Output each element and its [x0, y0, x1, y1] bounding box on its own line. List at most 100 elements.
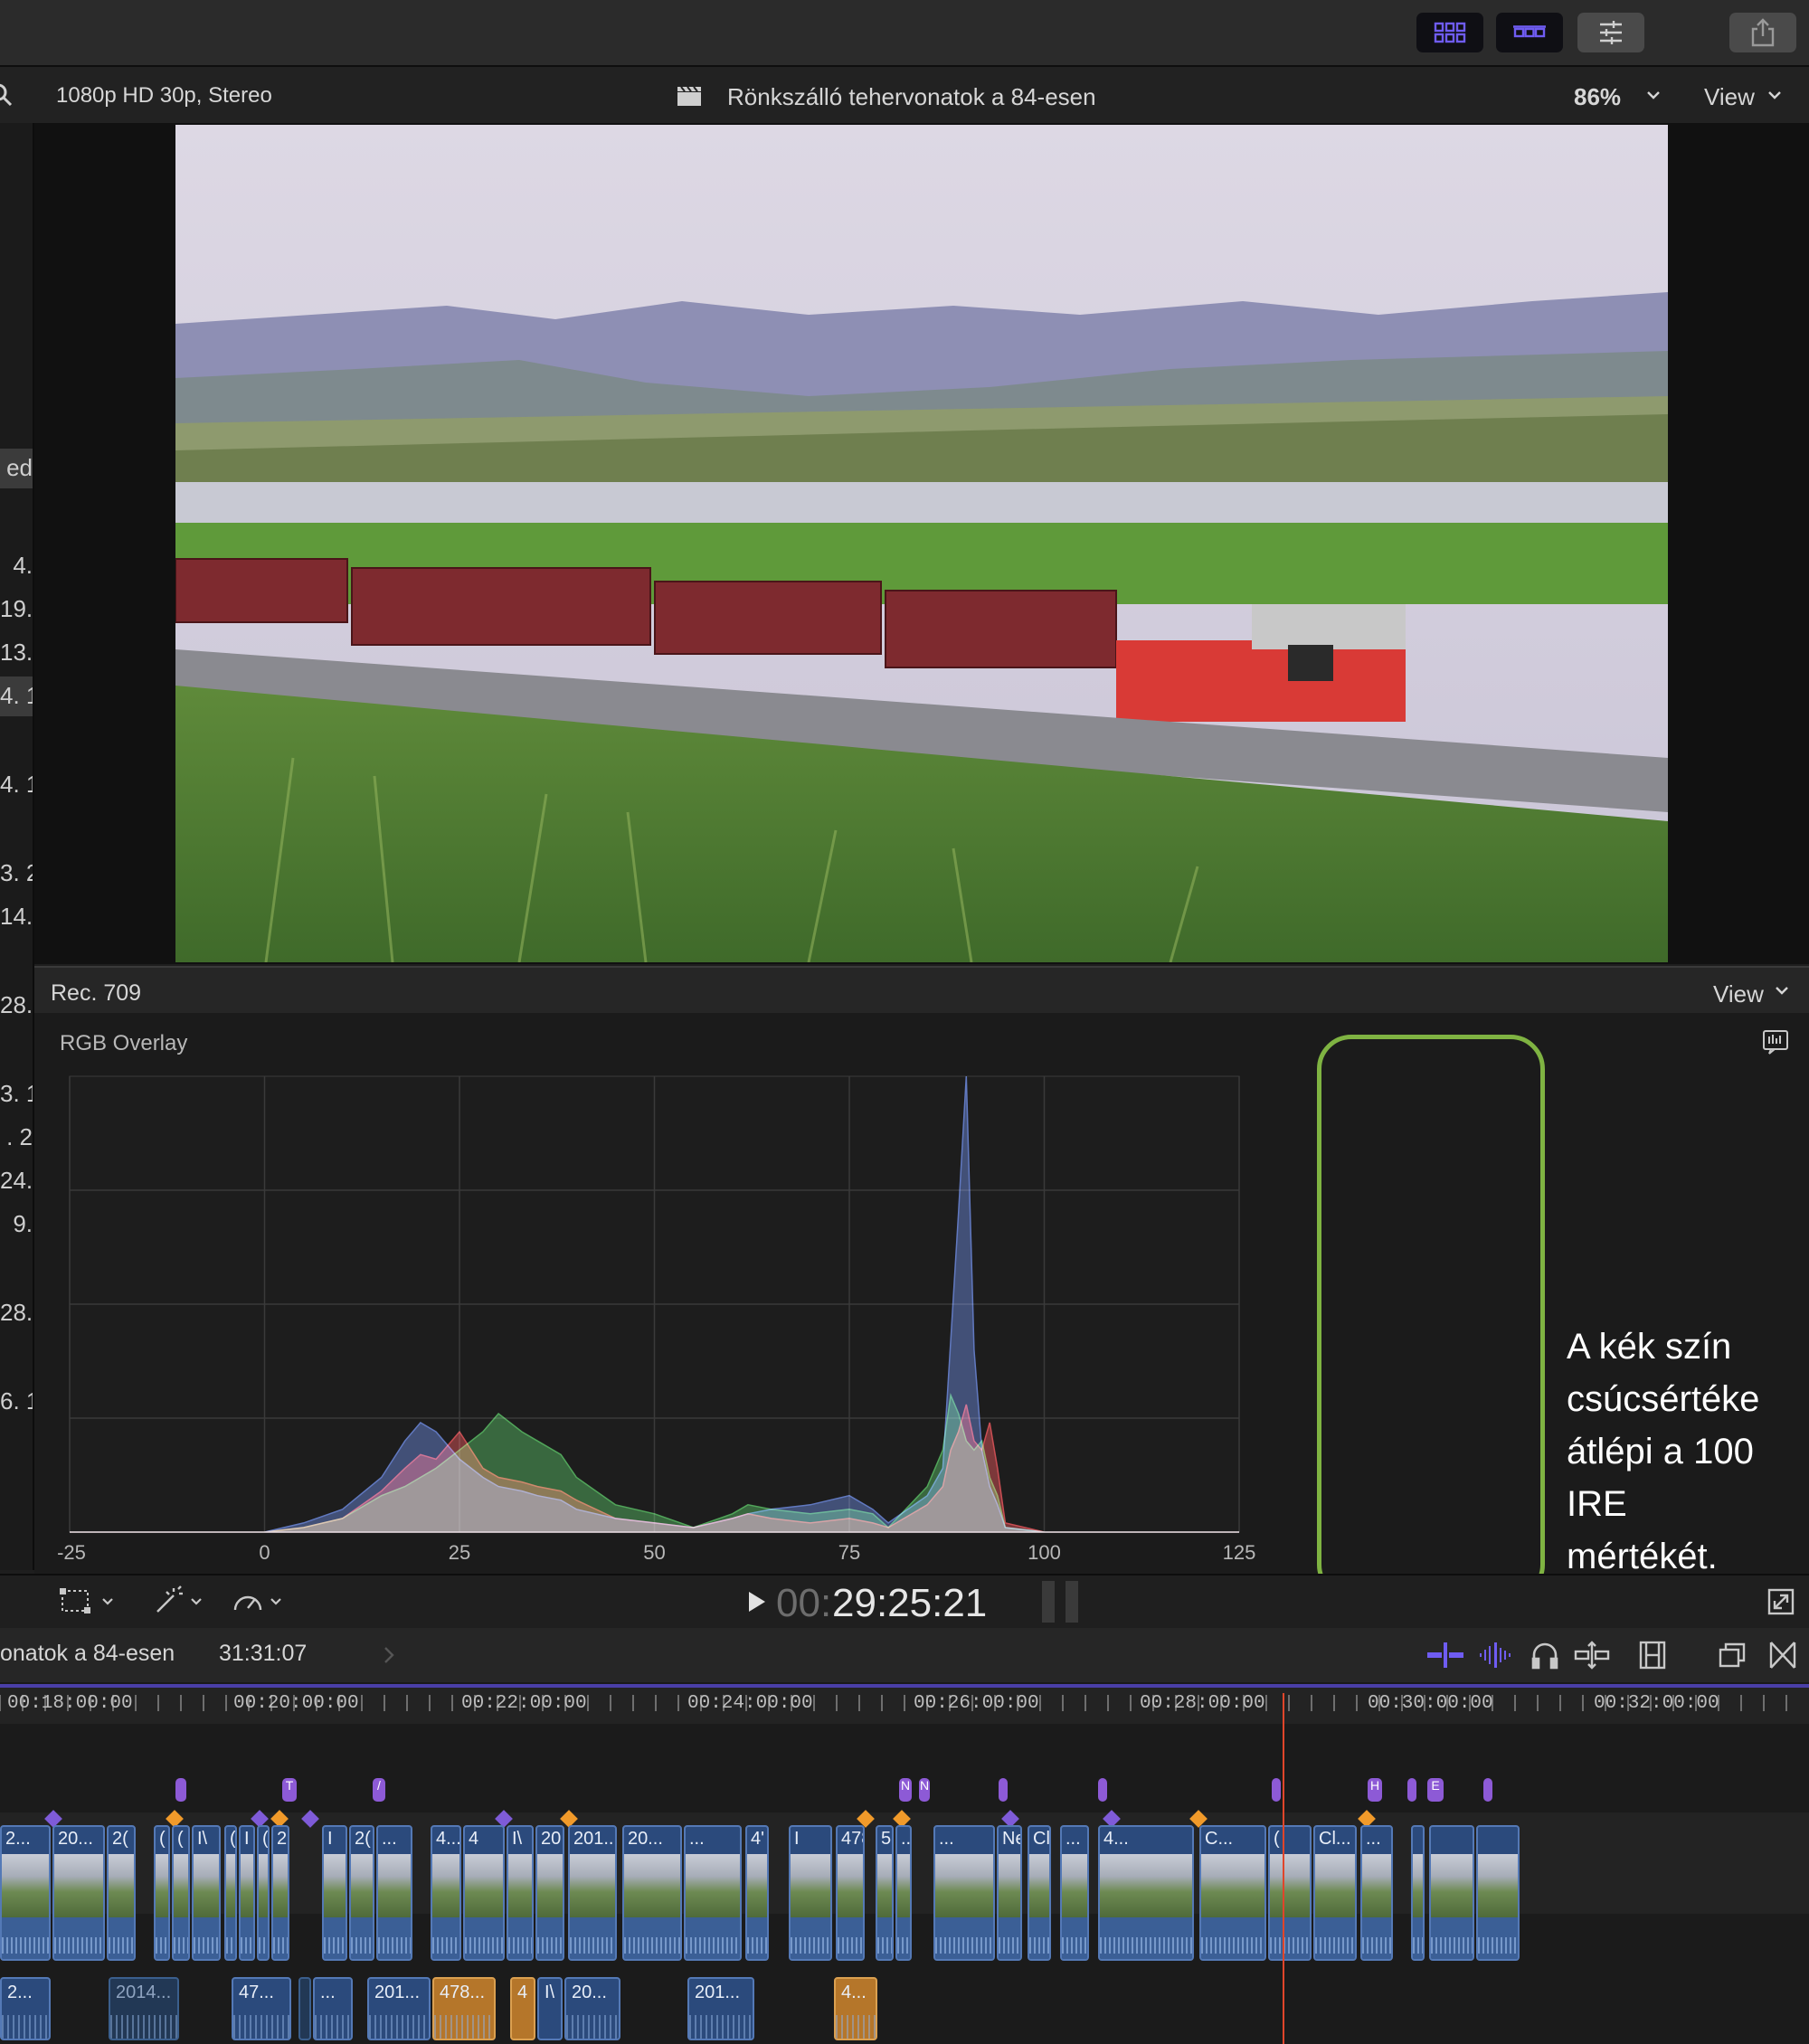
audio-clip[interactable]: I\: [537, 1977, 563, 2040]
list-item[interactable]: 28.: [0, 1299, 33, 1327]
timeline-clip[interactable]: [1429, 1825, 1474, 1961]
timeline-clip[interactable]: 478...: [836, 1825, 865, 1961]
chevron-down-icon[interactable]: [1767, 90, 1782, 101]
clip-appearance-icon[interactable]: [1639, 1641, 1666, 1670]
timeline-clip[interactable]: (: [224, 1825, 237, 1961]
timeline-clip[interactable]: 201...: [568, 1825, 617, 1961]
audio-clip[interactable]: 4: [510, 1977, 535, 2040]
audio-clip[interactable]: 2...: [0, 1977, 51, 2040]
timeline-clip[interactable]: I\: [507, 1825, 534, 1961]
timeline-clip[interactable]: 2...: [0, 1825, 51, 1961]
audio-clip[interactable]: 47...: [232, 1977, 291, 2040]
timeline-clip[interactable]: ...: [933, 1825, 995, 1961]
timeline-marker[interactable]: [1407, 1778, 1416, 1802]
timeline-marker[interactable]: H: [1368, 1778, 1382, 1802]
audio-skimming-icon[interactable]: [1480, 1641, 1514, 1670]
play-icon[interactable]: [747, 1590, 767, 1613]
timeline-clip[interactable]: I\: [192, 1825, 221, 1961]
timeline-clip[interactable]: 2(: [349, 1825, 374, 1961]
timeline-clip[interactable]: 20...: [622, 1825, 682, 1961]
list-item[interactable]: 28.: [0, 991, 33, 1019]
timeline-marker[interactable]: E: [1427, 1778, 1444, 1802]
chevron-down-icon[interactable]: [1646, 90, 1661, 101]
timeline-clip[interactable]: Clip...: [1028, 1825, 1051, 1961]
list-item[interactable]: 9.: [0, 1210, 33, 1238]
timeline-clip[interactable]: 4: [463, 1825, 505, 1961]
timecode-display[interactable]: 29:25:21: [832, 1581, 987, 1626]
timeline-clip[interactable]: [1411, 1825, 1425, 1961]
chevron-down-icon[interactable]: [270, 1597, 282, 1606]
audio-clip[interactable]: ...: [313, 1977, 353, 2040]
timeline-clip[interactable]: (: [172, 1825, 190, 1961]
list-item[interactable]: 6. 1: [0, 1387, 33, 1415]
timeline-clip[interactable]: Cl...: [1313, 1825, 1357, 1961]
share-button[interactable]: [1729, 13, 1796, 52]
timeline-clip[interactable]: 2: [271, 1825, 289, 1961]
timeline-clip[interactable]: 4': [745, 1825, 769, 1961]
timeline-marker[interactable]: [175, 1778, 186, 1802]
timeline-clip[interactable]: 2(: [107, 1825, 136, 1961]
timeline-clip[interactable]: (: [257, 1825, 270, 1961]
inspector-toggle-button[interactable]: [1577, 13, 1644, 52]
search-icon[interactable]: [0, 81, 16, 109]
timeline-clip[interactable]: ...: [684, 1825, 742, 1961]
timeline-marker[interactable]: T: [282, 1778, 297, 1802]
list-item[interactable]: 3. 2: [0, 859, 33, 887]
zoom-level[interactable]: 86%: [1574, 83, 1621, 111]
browser-toggle-button[interactable]: [1416, 13, 1483, 52]
timeline-clip[interactable]: (: [154, 1825, 170, 1961]
timeline-ruler[interactable]: 00:18:00:00 00:20:00:00 00:22:00:00 00:2…: [0, 1684, 1809, 1724]
scope-view-menu[interactable]: View: [1713, 980, 1764, 1008]
list-item[interactable]: 13.: [0, 639, 33, 667]
audio-clip[interactable]: 2014...: [109, 1977, 179, 2040]
audio-clip[interactable]: 201...: [367, 1977, 431, 2040]
fullscreen-icon[interactable]: [1767, 1588, 1795, 1615]
timeline-clip[interactable]: I: [322, 1825, 347, 1961]
timeline-marker[interactable]: [1098, 1778, 1107, 1802]
timeline-project-name[interactable]: onatok a 84-esen: [0, 1641, 175, 1667]
timeline-clip[interactable]: Nemti h...: [997, 1825, 1022, 1961]
video-frame[interactable]: [175, 125, 1668, 962]
timeline-marker[interactable]: [1483, 1778, 1492, 1802]
audio-clip[interactable]: 4...: [834, 1977, 877, 2040]
transform-icon[interactable]: [60, 1586, 90, 1615]
timeline-clip[interactable]: 20...: [535, 1825, 564, 1961]
timeline-index-icon[interactable]: [1719, 1641, 1747, 1670]
timeline-clip[interactable]: (: [1268, 1825, 1312, 1961]
timeline-marker[interactable]: /: [373, 1778, 385, 1802]
video-skimming-icon[interactable]: [1427, 1641, 1463, 1670]
audio-clip[interactable]: 478...: [432, 1977, 496, 2040]
timeline-clip[interactable]: I: [789, 1825, 832, 1961]
list-item[interactable]: 19.: [0, 595, 33, 623]
headphones-icon[interactable]: [1530, 1641, 1559, 1670]
list-item[interactable]: 4.: [0, 552, 33, 580]
timeline-clip[interactable]: ...: [895, 1825, 912, 1961]
timeline-clip[interactable]: I: [239, 1825, 255, 1961]
timeline-clip[interactable]: ...: [376, 1825, 412, 1961]
timeline-clip[interactable]: ...: [1360, 1825, 1393, 1961]
list-item[interactable]: 14.: [0, 903, 33, 931]
chevron-down-icon[interactable]: [1775, 986, 1789, 997]
timeline-marker[interactable]: N: [919, 1778, 930, 1802]
timeline-clip[interactable]: 4...: [431, 1825, 461, 1961]
list-item[interactable]: 4. 1: [0, 771, 33, 799]
viewer-view-menu[interactable]: View: [1704, 83, 1755, 111]
snapping-icon[interactable]: [1574, 1641, 1610, 1670]
list-item[interactable]: ed: [0, 454, 33, 482]
timeline-clip[interactable]: 5: [876, 1825, 894, 1961]
chevron-right-icon[interactable]: [384, 1646, 394, 1664]
playhead[interactable]: [1283, 1693, 1284, 2044]
chevron-down-icon[interactable]: [190, 1597, 203, 1606]
timeline-clip[interactable]: C...: [1199, 1825, 1266, 1961]
effects-browser-icon[interactable]: [1769, 1641, 1796, 1670]
timeline-marker[interactable]: [999, 1778, 1008, 1802]
audio-clip[interactable]: 201...: [687, 1977, 754, 2040]
audio-clip[interactable]: [298, 1977, 311, 2040]
timeline-toggle-button[interactable]: [1496, 13, 1563, 52]
timeline-clip[interactable]: ...: [1060, 1825, 1089, 1961]
audio-clip[interactable]: 20...: [564, 1977, 620, 2040]
timeline-clip[interactable]: 20...: [52, 1825, 105, 1961]
timeline-clip[interactable]: [1476, 1825, 1520, 1961]
timeline-clip[interactable]: 4...: [1098, 1825, 1194, 1961]
speedometer-icon[interactable]: [232, 1586, 264, 1615]
